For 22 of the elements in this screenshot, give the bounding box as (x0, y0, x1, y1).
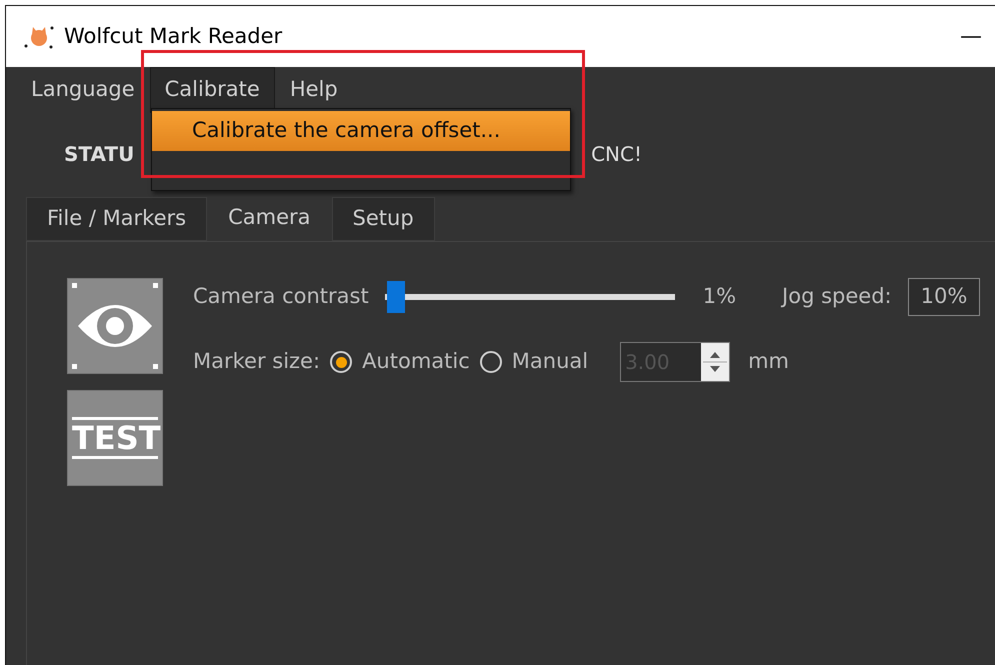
status-label: STATU (64, 141, 134, 168)
unit-label: mm (748, 348, 789, 376)
jog-speed-field[interactable]: 10% (908, 278, 980, 316)
window-title: Wolfcut Mark Reader (64, 22, 282, 50)
status-message: CNC! (591, 141, 642, 168)
slider-thumb[interactable] (387, 281, 406, 313)
radio-button[interactable] (330, 351, 352, 373)
minimize-button[interactable]: — (960, 20, 982, 53)
menu-item[interactable]: Language (16, 67, 150, 113)
contrast-reading: 1% (702, 283, 736, 310)
tab[interactable]: File / Markers (26, 197, 208, 241)
radio-button[interactable] (480, 351, 502, 373)
tab[interactable]: Setup (332, 197, 435, 241)
fox-logo-icon (24, 24, 54, 50)
contrast-label: Camera contrast (193, 283, 369, 310)
menu-item[interactable]: Help (274, 67, 353, 113)
radio-label: Manual (512, 348, 588, 376)
eye-button[interactable] (67, 278, 163, 374)
radio-label: Automatic (362, 348, 470, 376)
menu-entry[interactable]: Calibrate the camera offset... (152, 111, 570, 151)
marker-size-label: Marker size: (193, 348, 320, 376)
jog-speed-label: Jog speed: (782, 283, 892, 310)
